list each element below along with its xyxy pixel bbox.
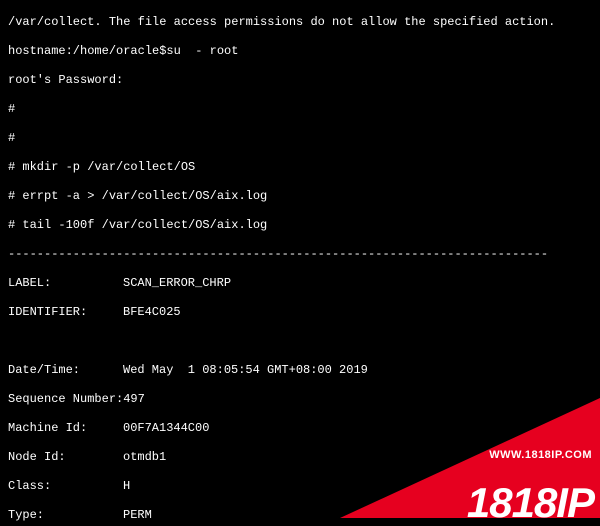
row-machine: Machine Id:00F7A1344C00 xyxy=(8,421,592,436)
val: 497 xyxy=(123,392,145,407)
key: Class: xyxy=(8,479,123,494)
blank-line xyxy=(8,334,592,349)
key: Node Id: xyxy=(8,450,123,465)
row-identifier: IDENTIFIER:BFE4C025 xyxy=(8,305,592,320)
line-top: /var/collect. The file access permission… xyxy=(8,15,592,30)
terminal-output[interactable]: /var/collect. The file access permission… xyxy=(0,0,600,526)
password-prompt: root's Password: xyxy=(8,73,592,88)
cmd-line: # tail -100f /var/collect/OS/aix.log xyxy=(8,218,592,233)
row-sequence: Sequence Number:497 xyxy=(8,392,592,407)
val: BFE4C025 xyxy=(123,305,181,320)
cmd-line: # xyxy=(8,131,592,146)
row-datetime: Date/Time:Wed May 1 08:05:54 GMT+08:00 2… xyxy=(8,363,592,378)
divider: ----------------------------------------… xyxy=(8,247,592,262)
key: IDENTIFIER: xyxy=(8,305,123,320)
key: Type: xyxy=(8,508,123,523)
cmd-line: # xyxy=(8,102,592,117)
key: Machine Id: xyxy=(8,421,123,436)
key: LABEL: xyxy=(8,276,123,291)
row-type: Type:PERM xyxy=(8,508,592,523)
row-label: LABEL:SCAN_ERROR_CHRP xyxy=(8,276,592,291)
val: H xyxy=(123,479,130,494)
val: otmdb1 xyxy=(123,450,166,465)
val: SCAN_ERROR_CHRP xyxy=(123,276,231,291)
val: Wed May 1 08:05:54 GMT+08:00 2019 xyxy=(123,363,368,378)
cmd-line: # mkdir -p /var/collect/OS xyxy=(8,160,592,175)
key: Sequence Number: xyxy=(8,392,123,407)
key: Date/Time: xyxy=(8,363,123,378)
val: 00F7A1344C00 xyxy=(123,421,209,436)
val: PERM xyxy=(123,508,152,523)
row-class: Class:H xyxy=(8,479,592,494)
line-host: hostname:/home/oracle$su - root xyxy=(8,44,592,59)
row-node: Node Id:otmdb1 xyxy=(8,450,592,465)
cmd-line: # errpt -a > /var/collect/OS/aix.log xyxy=(8,189,592,204)
